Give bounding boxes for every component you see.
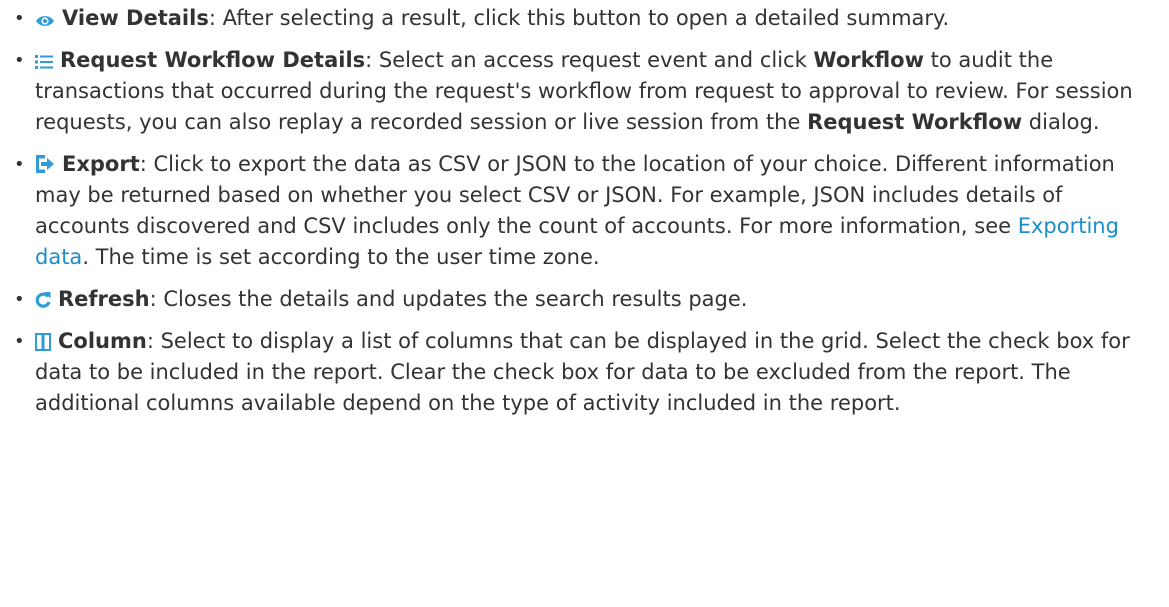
- item-description: : After selecting a result, click this b…: [208, 6, 950, 30]
- bullet: •: [14, 289, 25, 310]
- item-title: View Details: [62, 6, 209, 30]
- item-description: : Click to export the data as CSV or JSO…: [35, 152, 1115, 238]
- help-bullet-list: • View Details: After selecting a result…: [0, 0, 1169, 419]
- item-description: : Select an access request event and cli…: [365, 48, 814, 72]
- list-item-refresh: • Refresh: Closes the details and update…: [0, 284, 1169, 315]
- export-icon: [35, 154, 55, 174]
- item-description: : Closes the details and updates the sea…: [149, 287, 748, 311]
- list-item-column: • Column: Select to display a list of co…: [0, 326, 1169, 419]
- list-item-view-details: • View Details: After selecting a result…: [0, 3, 1169, 34]
- item-title: Export: [62, 152, 140, 176]
- list-icon: [35, 54, 53, 70]
- item-description: : Select to display a list of columns th…: [35, 329, 1130, 415]
- list-item-request-workflow-details: • Request Workflow Details: Select an ac…: [0, 45, 1169, 138]
- bullet: •: [14, 154, 25, 175]
- bullet: •: [14, 8, 25, 29]
- workflow-term: Workflow: [813, 48, 924, 72]
- list-item-export: • Export: Click to export the data as CS…: [0, 149, 1169, 273]
- refresh-icon: [35, 291, 51, 309]
- column-icon: [35, 333, 51, 351]
- item-title: Request Workflow Details: [60, 48, 366, 72]
- item-title: Column: [58, 329, 147, 353]
- item-title: Refresh: [58, 287, 150, 311]
- bullet: •: [14, 331, 25, 352]
- bullet: •: [14, 50, 25, 71]
- eye-icon: [35, 14, 55, 28]
- item-description-end: . The time is set according to the user …: [82, 245, 600, 269]
- item-description-end: dialog.: [1022, 110, 1100, 134]
- request-workflow-term: Request Workflow: [807, 110, 1023, 134]
